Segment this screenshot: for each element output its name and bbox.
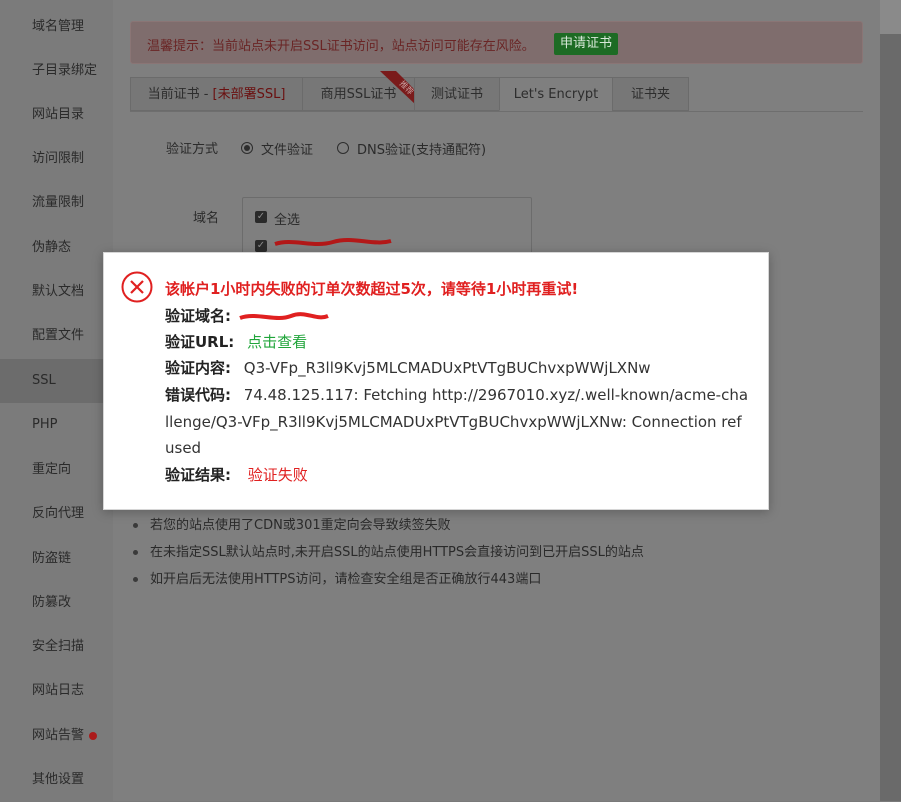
warning-banner: 温馨提示：当前站点未开启SSL证书访问，站点访问可能存在风险。 申请证书 — [130, 21, 863, 64]
tab-letsencrypt[interactable]: Let's Encrypt — [499, 77, 613, 111]
dns-verify-radio[interactable] — [337, 142, 349, 154]
warning-text: 温馨提示：当前站点未开启SSL证书访问，站点访问可能存在风险。 — [147, 39, 535, 54]
sidebar-item-logs[interactable]: 网站日志 — [0, 669, 113, 713]
cert-status: [未部署SSL] — [212, 87, 286, 102]
file-verify-radio[interactable] — [241, 142, 253, 154]
redacted-domain-scribble — [274, 238, 392, 246]
sidebar-item-traffic-limit[interactable]: 流量限制 — [0, 181, 113, 225]
apply-cert-button[interactable]: 申请证书 — [554, 33, 619, 55]
alert-dot-icon — [89, 731, 98, 740]
select-all-label: 全选 — [274, 213, 301, 228]
select-all-checkbox[interactable]: ✓ — [255, 211, 267, 223]
error-code-value: 74.48.125.117: Fetching http://2967010.x… — [165, 386, 749, 457]
dns-verify-label[interactable]: DNS验证(支持通配符) — [357, 139, 486, 158]
sidebar-item-rewrite[interactable]: 伪静态 — [0, 226, 113, 270]
tip-item: 如开启后无法使用HTTPS访问，请检查安全组是否正确放行443端口 — [130, 566, 644, 593]
error-code-row: 错误代码: 74.48.125.117: Fetching http://296… — [165, 386, 749, 457]
sidebar: 域名管理 子目录绑定 网站目录 访问限制 流量限制 伪静态 默认文档 配置文件 … — [0, 0, 113, 801]
scrollbar-track[interactable] — [880, 0, 901, 801]
error-dialog: 该帐户1小时内失败的订单次数超过5次，请等待1小时再重试! 验证域名: 验证UR… — [103, 252, 769, 510]
sidebar-item-access-limit[interactable]: 访问限制 — [0, 137, 113, 181]
sidebar-item-redirect[interactable]: 重定向 — [0, 448, 113, 492]
verify-content-value: Q3-VFp_R3ll9Kvj5MLCMADUxPtVTgBUChvxpWWjL… — [243, 359, 651, 377]
verify-domain-row: 验证域名: — [165, 303, 331, 330]
sidebar-item-config[interactable]: 配置文件 — [0, 314, 113, 358]
sidebar-item-alerts[interactable]: 网站告警 — [0, 714, 113, 758]
sidebar-item-reverse-proxy[interactable]: 反向代理 — [0, 492, 113, 536]
tip-item: 在未指定SSL默认站点时,未开启SSL的站点使用HTTPS会直接访问到已开启SS… — [130, 539, 644, 566]
sidebar-item-domain[interactable]: 域名管理 — [0, 5, 113, 49]
sidebar-item-scan[interactable]: 安全扫描 — [0, 625, 113, 669]
tip-item: 若您的站点使用了CDN或301重定向会导致续签失败 — [130, 512, 644, 539]
view-url-link[interactable]: 点击查看 — [247, 333, 307, 351]
redacted-domain-scribble — [239, 311, 329, 320]
verify-result-row: 验证结果: 验证失败 — [165, 466, 308, 484]
verify-result-value: 验证失败 — [247, 466, 308, 484]
verify-url-row: 验证URL: 点击查看 — [165, 333, 308, 351]
file-verify-label[interactable]: 文件验证 — [261, 139, 313, 158]
sidebar-item-other[interactable]: 其他设置 — [0, 758, 113, 802]
tab-current-cert[interactable]: 当前证书 - [未部署SSL] — [130, 77, 303, 111]
error-title: 该帐户1小时内失败的订单次数超过5次，请等待1小时再重试! — [165, 280, 579, 298]
tips-list: 若您的站点使用了CDN或301重定向会导致续签失败 在未指定SSL默认站点时,未… — [130, 512, 644, 593]
verify-content-row: 验证内容: Q3-VFp_R3ll9Kvj5MLCMADUxPtVTgBUChv… — [165, 359, 651, 377]
error-circle-icon — [121, 271, 153, 303]
recommend-ribbon-icon: 推荐 — [380, 71, 416, 105]
sidebar-item-tamper[interactable]: 防篡改 — [0, 581, 113, 625]
sidebar-item-php[interactable]: PHP — [0, 403, 113, 447]
domain-label: 域名 — [193, 211, 220, 226]
tab-test-cert[interactable]: 测试证书 — [414, 77, 500, 111]
verify-method-label: 验证方式 — [166, 142, 219, 157]
sidebar-item-hotlink[interactable]: 防盗链 — [0, 537, 113, 581]
tab-bar: 当前证书 - [未部署SSL] 商用SSL证书 推荐 测试证书 Let's En… — [130, 71, 863, 112]
sidebar-item-ssl[interactable]: SSL — [0, 359, 113, 403]
domain-checkbox[interactable]: ✓ — [255, 240, 267, 252]
sidebar-item-default-doc[interactable]: 默认文档 — [0, 270, 113, 314]
tab-cert-folder[interactable]: 证书夹 — [612, 77, 689, 111]
sidebar-item-subdir[interactable]: 子目录绑定 — [0, 49, 113, 93]
sidebar-item-site-dir[interactable]: 网站目录 — [0, 93, 113, 137]
